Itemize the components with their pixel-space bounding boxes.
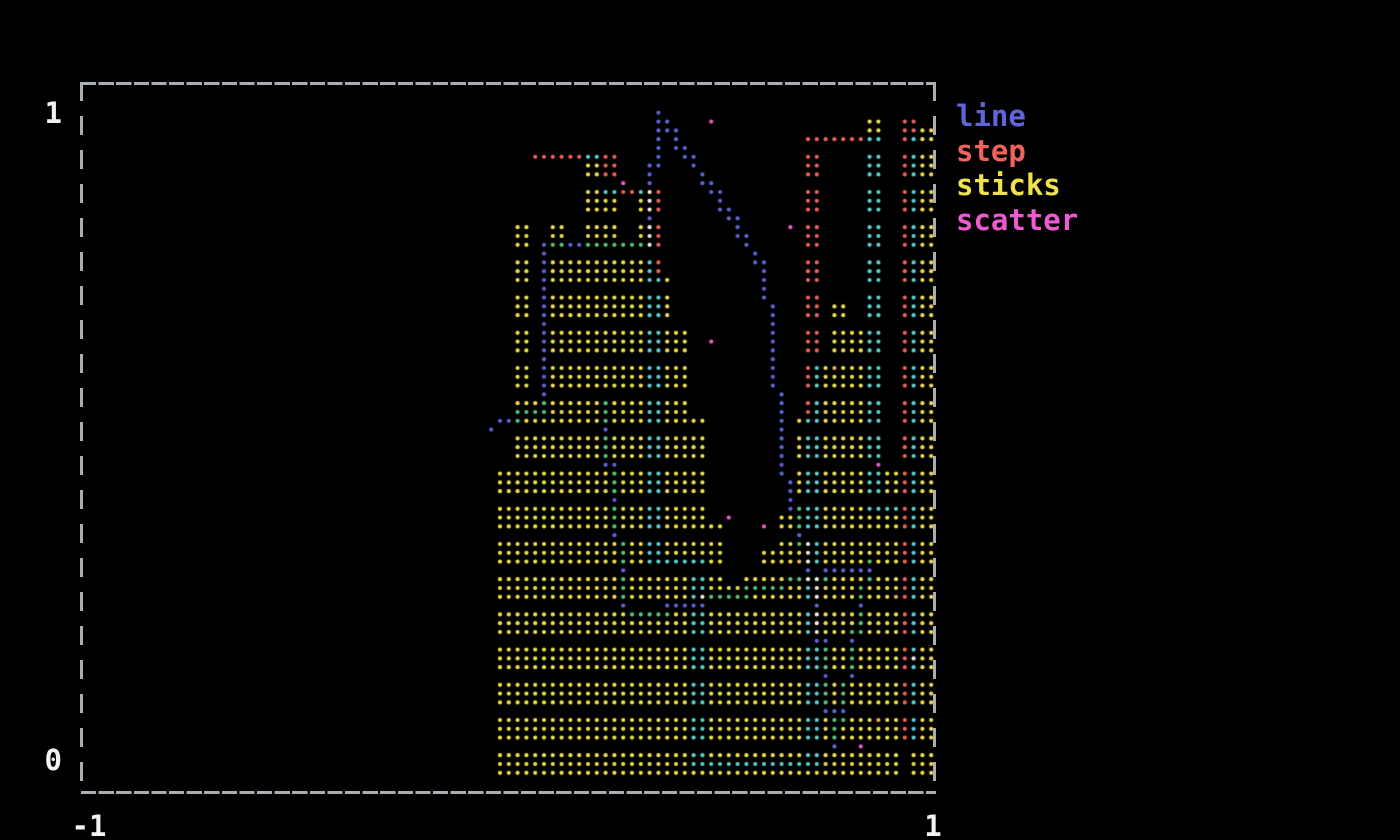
legend: linestepsticksscatter — [956, 101, 1078, 239]
legend-item-scatter: scatter — [956, 205, 1078, 240]
y-axis-tick-bottom: 0 — [30, 746, 62, 775]
legend-item-line: line — [956, 101, 1078, 136]
x-axis-tick-left: -1 — [54, 812, 124, 840]
legend-item-step: step — [956, 136, 1078, 171]
x-axis-tick-right: 1 — [898, 812, 968, 840]
chart-canvas — [0, 0, 1400, 840]
legend-item-sticks: sticks — [956, 170, 1078, 205]
terminal-screen: 1 0 -1 1 linestepsticksscatter — [0, 0, 1400, 840]
y-axis-tick-top: 1 — [30, 99, 62, 128]
